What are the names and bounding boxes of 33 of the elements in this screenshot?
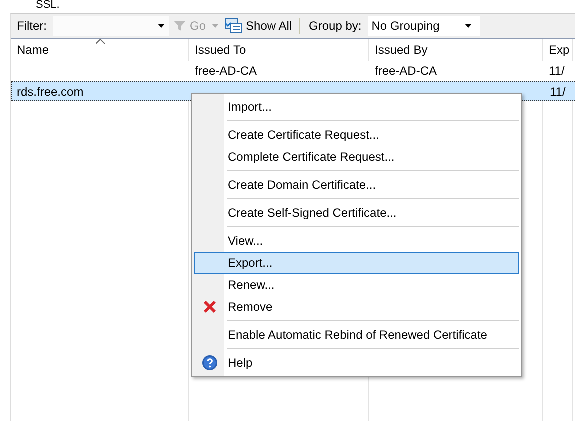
- menu-item[interactable]: Help: [194, 352, 519, 374]
- menu-item[interactable]: Renew...: [194, 274, 519, 296]
- filter-field[interactable]: [53, 16, 169, 36]
- close-icon: [203, 300, 217, 314]
- table-cell: rds.free.com: [17, 85, 84, 99]
- menu-item[interactable]: Complete Certificate Request...: [194, 146, 519, 168]
- table-cell: 11/: [549, 64, 565, 78]
- group-by-dropdown[interactable]: No Grouping: [368, 16, 480, 36]
- table-cell: free-AD-CA: [375, 64, 438, 78]
- menu-item[interactable]: Export...: [194, 252, 519, 274]
- menu-item[interactable]: Create Domain Certificate...: [194, 174, 519, 196]
- group-by-label: Group by:: [308, 19, 363, 33]
- show-all-button[interactable]: Show All: [223, 18, 294, 34]
- filter-label: Filter:: [16, 19, 48, 33]
- window-list-icon: [225, 18, 244, 34]
- menu-item[interactable]: Enable Automatic Rebind of Renewed Certificate: [194, 324, 519, 346]
- menu-item[interactable]: Create Self-Signed Certificate...: [194, 202, 519, 224]
- menu-item[interactable]: Create Certificate Request...: [194, 124, 519, 146]
- page-heading: SSL.: [35, 0, 60, 11]
- column-header[interactable]: Issued To: [189, 39, 369, 61]
- dropdown-arrow-icon: [464, 24, 472, 28]
- table-row[interactable]: free-AD-CA free-AD-CA 11/: [11, 61, 575, 81]
- menu-item[interactable]: Remove: [194, 296, 519, 318]
- funnel-icon: [173, 19, 187, 33]
- dropdown-arrow-icon[interactable]: [212, 24, 220, 28]
- table-cell: 11/: [550, 85, 566, 99]
- column-header[interactable]: Name: [11, 39, 189, 61]
- help-icon: [202, 355, 218, 371]
- dropdown-arrow-icon: [158, 24, 165, 28]
- table-cell: free-AD-CA: [195, 64, 258, 78]
- column-header[interactable]: Exp: [543, 39, 573, 61]
- menu-item[interactable]: View...: [194, 230, 519, 252]
- column-header[interactable]: Issued By: [369, 39, 543, 61]
